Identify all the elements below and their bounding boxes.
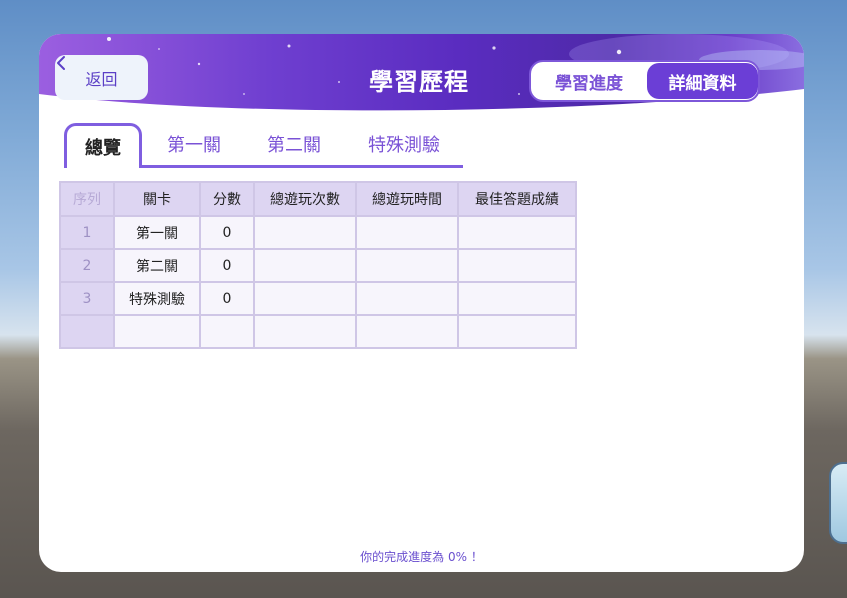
column-header-play-count: 總遊玩次數 [253, 181, 357, 217]
row-score: 0 [199, 215, 255, 250]
row-score [199, 314, 255, 349]
view-toggle: 學習進度 詳細資料 [529, 60, 760, 102]
stage-tabs: 總覽 第一關 第二關 特殊測驗 [64, 123, 463, 168]
row-best-result [457, 281, 577, 316]
table-row: 2 第二關 0 [59, 248, 577, 283]
learning-history-panel: 返回 學習歷程 學習進度 詳細資料 總覽 第一關 第二關 特殊測驗 序列 關卡 … [39, 34, 804, 572]
column-header-index: 序列 [59, 181, 115, 217]
row-stage: 第一關 [113, 215, 201, 250]
page-title: 學習歷程 [369, 68, 469, 96]
row-play-time [355, 248, 459, 283]
column-header-play-time: 總遊玩時間 [355, 181, 459, 217]
completion-progress-text: 你的完成進度為 0% ！ [360, 550, 483, 564]
table-row [59, 314, 577, 349]
tab-level-1[interactable]: 第一關 [156, 123, 232, 165]
row-play-count [253, 248, 357, 283]
row-play-count [253, 215, 357, 250]
tab-special-test[interactable]: 特殊測驗 [354, 123, 454, 165]
row-stage: 第二關 [113, 248, 201, 283]
row-best-result [457, 248, 577, 283]
learning-progress-toggle[interactable]: 學習進度 [539, 62, 639, 100]
history-table: 序列 關卡 分數 總遊玩次數 總遊玩時間 最佳答題成績 1 第一關 0 2 第二… [59, 181, 577, 349]
row-play-count [253, 314, 357, 349]
tab-level-2[interactable]: 第二關 [256, 123, 332, 165]
table-header-row: 序列 關卡 分數 總遊玩次數 總遊玩時間 最佳答題成績 [59, 181, 577, 217]
row-play-count [253, 281, 357, 316]
row-best-result [457, 314, 577, 349]
row-index [59, 314, 115, 349]
column-header-stage: 關卡 [113, 181, 201, 217]
column-header-best-result: 最佳答題成績 [457, 181, 577, 217]
row-score: 0 [199, 248, 255, 283]
back-button[interactable]: 返回 [55, 55, 148, 100]
row-index: 2 [59, 248, 115, 283]
app-launcher-icon[interactable] [829, 462, 847, 544]
row-stage [113, 314, 201, 349]
table-row: 3 特殊測驗 0 [59, 281, 577, 316]
table-row: 1 第一關 0 [59, 215, 577, 250]
row-stage: 特殊測驗 [113, 281, 201, 316]
row-play-time [355, 215, 459, 250]
tab-overview[interactable]: 總覽 [64, 123, 142, 168]
row-play-time [355, 281, 459, 316]
row-score: 0 [199, 281, 255, 316]
row-index: 1 [59, 215, 115, 250]
chevron-left-icon [57, 56, 65, 70]
row-play-time [355, 314, 459, 349]
back-button-label: 返回 [85, 69, 118, 89]
detail-data-toggle[interactable]: 詳細資料 [647, 63, 758, 99]
column-header-score: 分數 [199, 181, 255, 217]
row-best-result [457, 215, 577, 250]
header-banner: 返回 學習歷程 學習進度 詳細資料 [39, 34, 804, 114]
row-index: 3 [59, 281, 115, 316]
